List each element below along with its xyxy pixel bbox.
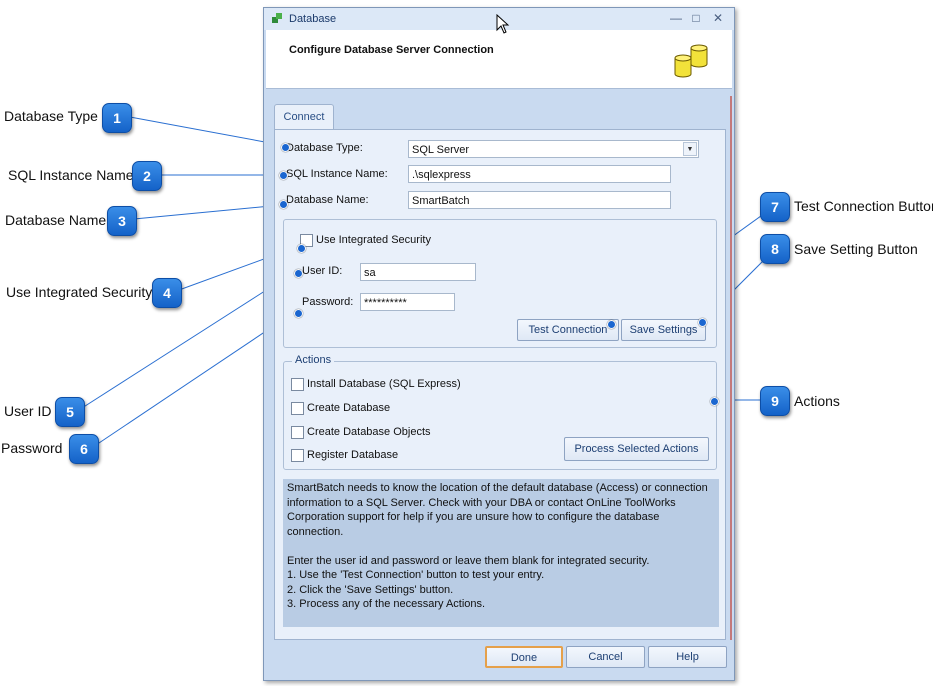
register-database-label: Register Database bbox=[307, 449, 399, 461]
callout-label-database-name: Database Name bbox=[5, 212, 107, 228]
install-database-checkbox[interactable] bbox=[291, 378, 304, 391]
database-type-value: SQL Server bbox=[412, 144, 470, 156]
cancel-button[interactable]: Cancel bbox=[566, 646, 645, 668]
minimize-icon[interactable]: — bbox=[668, 11, 684, 25]
panel-edge bbox=[730, 96, 732, 640]
app-icon bbox=[272, 13, 282, 23]
done-button[interactable]: Done bbox=[485, 646, 563, 668]
callout-badge-1: 1 bbox=[102, 103, 132, 133]
install-database-label: Install Database (SQL Express) bbox=[307, 378, 461, 390]
callout-label-password: Password bbox=[1, 440, 63, 456]
chevron-down-icon[interactable]: ▼ bbox=[683, 142, 697, 156]
create-database-objects-label: Create Database Objects bbox=[307, 426, 431, 438]
connect-tab-panel: Database Type: SQL Server ▼ SQL Instance… bbox=[274, 129, 726, 640]
help-info-text: SmartBatch needs to know the location of… bbox=[283, 479, 719, 627]
dialog-header: Configure Database Server Connection bbox=[266, 30, 732, 89]
callout-label-user-id: User ID bbox=[4, 403, 52, 419]
window-title: Database bbox=[289, 13, 337, 25]
use-integrated-security-label: Use Integrated Security bbox=[316, 234, 431, 246]
database-dialog: Database — □ ✕ Configure Database Server… bbox=[263, 7, 735, 681]
callout-badge-6: 6 bbox=[69, 434, 99, 464]
security-groupbox: Use Integrated Security User ID: sa Pass… bbox=[283, 219, 717, 348]
callout-label-actions: Actions bbox=[794, 393, 840, 409]
user-id-input[interactable]: sa bbox=[360, 263, 476, 281]
sql-instance-name-label: SQL Instance Name: bbox=[286, 168, 388, 180]
password-label: Password: bbox=[302, 296, 354, 308]
callout-anchor-dot-8 bbox=[698, 318, 707, 327]
callout-anchor-dot-1 bbox=[281, 143, 290, 152]
create-database-checkbox[interactable] bbox=[291, 402, 304, 415]
database-type-label: Database Type: bbox=[286, 142, 363, 154]
header-title: Configure Database Server Connection bbox=[289, 44, 494, 56]
database-name-label: Database Name: bbox=[286, 194, 369, 206]
callout-label-database-type: Database Type bbox=[4, 108, 98, 124]
mouse-cursor-icon bbox=[496, 14, 510, 34]
callout-anchor-dot-2 bbox=[279, 171, 288, 180]
callout-anchor-dot-6 bbox=[294, 309, 303, 318]
create-database-objects-checkbox[interactable] bbox=[291, 426, 304, 439]
callout-badge-9: 9 bbox=[760, 386, 790, 416]
callout-label-test-connection-button: Test Connection Button bbox=[794, 198, 933, 214]
process-selected-actions-button[interactable]: Process Selected Actions bbox=[564, 437, 709, 461]
callout-anchor-dot-4 bbox=[297, 244, 306, 253]
callout-badge-8: 8 bbox=[760, 234, 790, 264]
maximize-icon[interactable]: □ bbox=[688, 11, 704, 25]
callout-label-use-integrated-security: Use Integrated Security bbox=[6, 284, 153, 300]
user-id-label: User ID: bbox=[302, 265, 343, 277]
password-input[interactable]: ********** bbox=[360, 293, 455, 311]
sql-instance-name-input[interactable]: .\sqlexpress bbox=[408, 165, 671, 183]
actions-groupbox: Actions Install Database (SQL Express) C… bbox=[283, 354, 719, 470]
callout-badge-4: 4 bbox=[152, 278, 182, 308]
callout-badge-2: 2 bbox=[132, 161, 162, 191]
save-settings-button[interactable]: Save Settings bbox=[621, 319, 706, 341]
help-button[interactable]: Help bbox=[648, 646, 727, 668]
callout-anchor-dot-7 bbox=[607, 320, 616, 329]
callout-label-save-setting-button: Save Setting Button bbox=[794, 241, 918, 257]
register-database-checkbox[interactable] bbox=[291, 449, 304, 462]
callout-badge-7: 7 bbox=[760, 192, 790, 222]
test-connection-button[interactable]: Test Connection bbox=[517, 319, 619, 341]
tab-connect[interactable]: Connect bbox=[274, 104, 334, 130]
database-type-select[interactable]: SQL Server ▼ bbox=[408, 140, 699, 158]
callout-anchor-dot-3 bbox=[279, 200, 288, 209]
database-name-input[interactable]: SmartBatch bbox=[408, 191, 671, 209]
callout-label-sql-instance-name: SQL Instance Name bbox=[8, 167, 134, 183]
callout-badge-5: 5 bbox=[55, 397, 85, 427]
callout-badge-3: 3 bbox=[107, 206, 137, 236]
actions-legend: Actions bbox=[292, 354, 335, 366]
database-icon bbox=[674, 44, 708, 78]
create-database-label: Create Database bbox=[307, 402, 391, 414]
callout-anchor-dot-5 bbox=[294, 269, 303, 278]
close-icon[interactable]: ✕ bbox=[710, 11, 726, 25]
callout-anchor-dot-9 bbox=[710, 397, 719, 406]
